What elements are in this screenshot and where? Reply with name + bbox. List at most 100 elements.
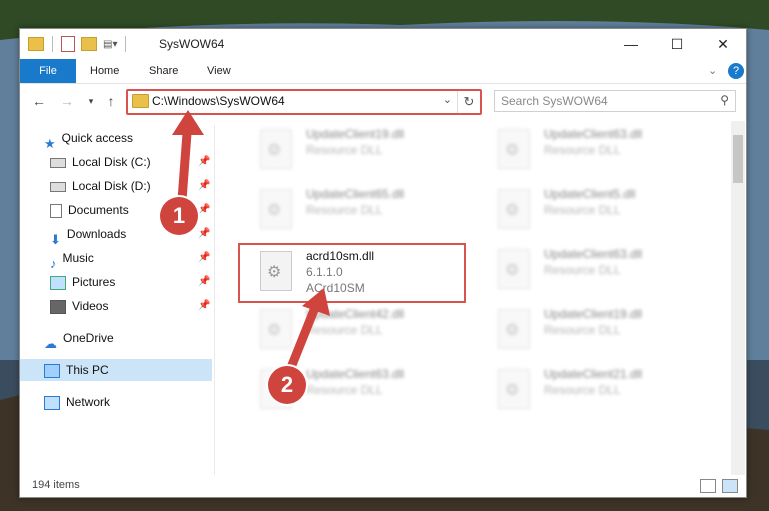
maximize-button[interactable]: ☐ xyxy=(654,29,700,59)
file-name: UpdateClient5.dll xyxy=(544,187,636,201)
tab-share[interactable]: Share xyxy=(149,59,178,83)
videos-icon xyxy=(50,299,66,314)
file-name: UpdateClient21.dll xyxy=(544,367,643,381)
network-icon xyxy=(44,395,60,410)
file-item[interactable]: UpdateClient65.dll Resource DLL xyxy=(240,183,450,233)
navigation-bar: ← → ▾ ↑ C:\Windows\SysWOW64 ⌄ ↻ Search S… xyxy=(20,86,746,118)
sidebar-item-label: This PC xyxy=(66,363,109,377)
view-toggles xyxy=(700,479,738,493)
file-item[interactable]: UpdateClient63.dll Resource DLL xyxy=(478,123,688,173)
pin-icon[interactable]: 📌 xyxy=(198,252,210,263)
dll-file-icon xyxy=(498,309,530,349)
folder-icon xyxy=(132,94,149,108)
sidebar-item-network[interactable]: Network xyxy=(44,391,110,413)
sidebar-item-pictures[interactable]: Pictures xyxy=(50,271,115,293)
dll-file-icon xyxy=(498,129,530,169)
ribbon-tabs: File Home Share View ⌄ ? xyxy=(20,59,746,84)
sidebar-item-label: Local Disk (C:) xyxy=(72,155,151,169)
file-name: UpdateClient42.dll xyxy=(306,307,405,321)
file-description: Resource DLL xyxy=(544,383,621,397)
documents-icon xyxy=(50,203,62,218)
file-item[interactable]: UpdateClient21.dll Resource DLL xyxy=(478,363,688,413)
sidebar-item-documents[interactable]: Documents xyxy=(50,199,129,221)
tab-file[interactable]: File xyxy=(20,59,76,83)
sidebar-item-onedrive[interactable]: ☁ OneDrive xyxy=(44,327,114,351)
chevron-down-icon[interactable]: ⌄ xyxy=(443,93,452,106)
file-description: Resource DLL xyxy=(544,263,621,277)
file-description: Resource DLL xyxy=(544,203,621,217)
up-arrow-icon[interactable]: ↑ xyxy=(102,91,120,111)
pin-icon[interactable]: 📌 xyxy=(198,276,210,287)
sidebar-item-label: Documents xyxy=(68,203,129,217)
computer-icon xyxy=(44,363,60,378)
search-icon[interactable]: ⚲ xyxy=(720,93,729,107)
file-name: UpdateClient63.dll xyxy=(544,247,643,261)
scrollbar-thumb[interactable] xyxy=(733,135,743,183)
navigation-pane: ★ Quick access Local Disk (C:) 📌 Local Di… xyxy=(20,125,215,475)
minimize-button[interactable]: — xyxy=(608,29,654,59)
large-icons-view-icon[interactable] xyxy=(722,479,738,493)
sidebar-item-local-disk-c[interactable]: Local Disk (C:) xyxy=(50,151,151,173)
pin-icon[interactable]: 📌 xyxy=(198,228,210,239)
close-button[interactable]: ✕ xyxy=(700,29,746,59)
dll-file-icon xyxy=(260,309,292,349)
pin-icon[interactable]: 📌 xyxy=(198,156,210,167)
file-name: UpdateClient63.dll xyxy=(306,367,405,381)
chevron-down-icon[interactable]: ⌄ xyxy=(708,59,717,83)
sidebar-item-downloads[interactable]: ⬇ Downloads xyxy=(50,223,126,247)
search-input[interactable]: Search SysWOW64 ⚲ xyxy=(494,90,736,112)
address-path: C:\Windows\SysWOW64 xyxy=(152,94,285,108)
properties-icon[interactable] xyxy=(61,36,75,52)
sidebar-item-label: Pictures xyxy=(72,275,116,289)
sidebar-item-local-disk-d[interactable]: Local Disk (D:) xyxy=(50,175,151,197)
dll-file-icon xyxy=(498,369,530,409)
sidebar-item-music[interactable]: ♪ Music xyxy=(50,247,94,271)
sidebar-item-label: Music xyxy=(62,251,94,265)
file-item[interactable]: UpdateClient42.dll Resource DLL xyxy=(240,303,450,353)
separator xyxy=(52,36,53,52)
star-icon: ★ xyxy=(44,135,56,151)
sidebar-item-videos[interactable]: Videos xyxy=(50,295,108,317)
file-item[interactable]: UpdateClient63.dll Resource DLL xyxy=(478,243,688,293)
music-icon: ♪ xyxy=(50,255,57,271)
file-description: Resource DLL xyxy=(306,143,383,157)
dll-file-icon xyxy=(260,189,292,229)
file-description: Resource DLL xyxy=(306,323,383,337)
file-name: UpdateClient19.dll xyxy=(306,127,405,141)
new-folder-icon[interactable] xyxy=(81,37,97,51)
drive-icon xyxy=(50,157,66,168)
pictures-icon xyxy=(50,275,66,290)
help-icon[interactable]: ? xyxy=(728,63,744,79)
explorer-window: ▤▾ SysWOW64 — ☐ ✕ File Home Share View ⌄… xyxy=(19,28,747,498)
pin-icon[interactable]: 📌 xyxy=(198,180,210,191)
file-item[interactable]: UpdateClient19.dll Resource DLL xyxy=(240,123,450,173)
pin-icon[interactable]: 📌 xyxy=(198,300,210,311)
file-item[interactable]: UpdateClient19.dll Resource DLL xyxy=(478,303,688,353)
status-bar: 194 items xyxy=(20,475,746,497)
highlight-box xyxy=(238,243,466,303)
item-count: 194 items xyxy=(32,479,80,491)
dll-file-icon xyxy=(498,249,530,289)
drive-icon xyxy=(50,181,66,192)
callout-1: 1 xyxy=(160,197,198,235)
forward-arrow-icon[interactable]: → xyxy=(58,91,76,111)
window-title: SysWOW64 xyxy=(159,37,225,51)
quick-access[interactable]: ★ Quick access xyxy=(44,127,134,151)
file-item[interactable]: UpdateClient5.dll Resource DLL xyxy=(478,183,688,233)
details-view-icon[interactable] xyxy=(700,479,716,493)
vertical-scrollbar[interactable] xyxy=(731,121,745,475)
downloads-icon: ⬇ xyxy=(50,231,61,247)
file-name: UpdateClient63.dll xyxy=(544,127,643,141)
callout-2: 2 xyxy=(268,366,306,404)
pin-icon[interactable]: 📌 xyxy=(198,204,210,215)
recent-locations-icon[interactable]: ▾ xyxy=(82,91,100,111)
customize-qat-icon[interactable]: ▤▾ xyxy=(103,39,117,50)
refresh-icon[interactable]: ↻ xyxy=(457,91,480,113)
file-description: Resource DLL xyxy=(306,383,383,397)
quick-access-label: Quick access xyxy=(61,131,134,145)
tab-view[interactable]: View xyxy=(207,59,231,83)
sidebar-item-this-pc[interactable]: This PC xyxy=(20,359,212,381)
tab-home[interactable]: Home xyxy=(90,59,119,83)
back-arrow-icon[interactable]: ← xyxy=(30,91,48,111)
address-bar[interactable]: C:\Windows\SysWOW64 ⌄ ↻ xyxy=(126,89,482,115)
